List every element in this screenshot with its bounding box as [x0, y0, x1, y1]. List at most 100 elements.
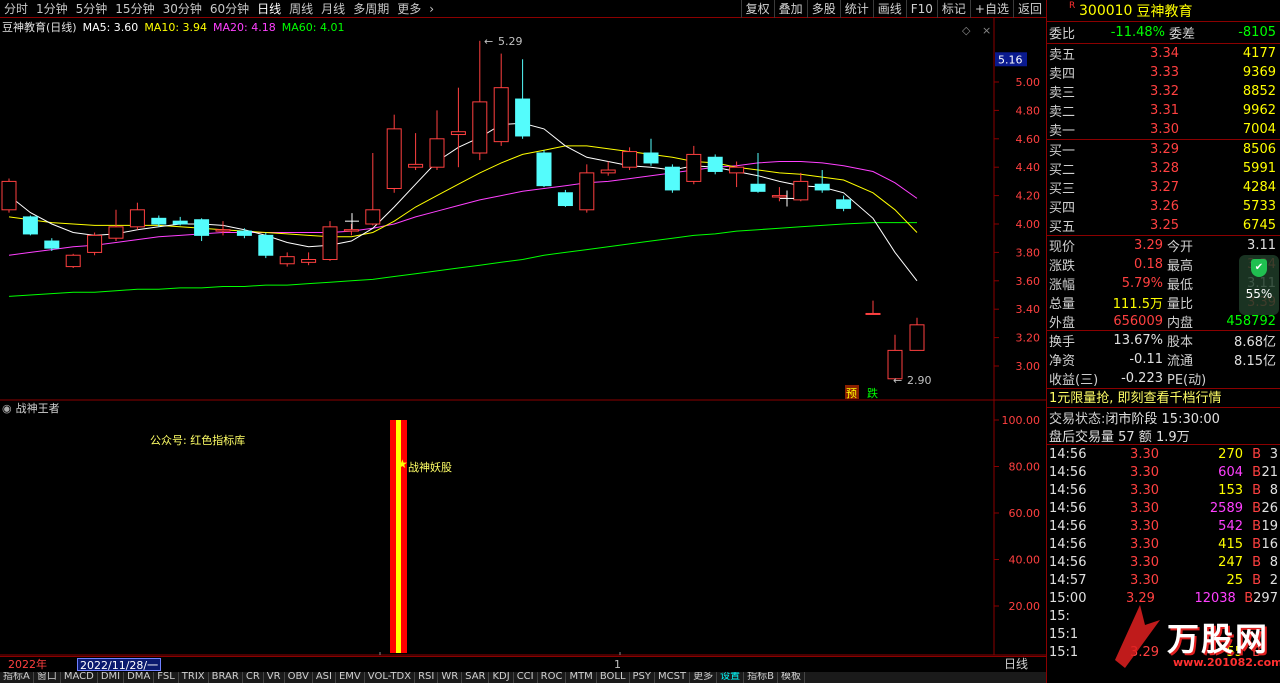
indicator-tab-16[interactable]: SAR [462, 672, 490, 683]
chevron-right-icon[interactable]: › [425, 0, 438, 18]
level-label: 买三 [1049, 182, 1076, 197]
trade-volume: 2589 [1209, 500, 1243, 516]
period-label[interactable]: 日线 [1004, 657, 1028, 672]
stock-name: 豆神教育 [1136, 3, 1193, 20]
period-tab-0[interactable]: 分时 [0, 0, 32, 18]
period-tab-9[interactable]: 多周期 [349, 0, 393, 18]
indicator-tab-15[interactable]: WR [438, 672, 463, 683]
trade-row: 14:56 3.30 153 B 8 [1047, 481, 1280, 499]
quote-row: 收益(三) -0.223 PE(动) [1047, 369, 1280, 388]
quote-value: 458792 [1226, 313, 1276, 329]
candle [22, 215, 38, 236]
trade-count: 8 [1269, 554, 1278, 570]
indicator-tab-6[interactable]: TRIX [179, 672, 209, 683]
period-tab-1[interactable]: 1分钟 [32, 0, 72, 18]
candle-body-up [450, 131, 466, 136]
trade-side: B [1252, 554, 1261, 570]
candle-body-up [301, 259, 317, 263]
indicator-tab-7[interactable]: BRAR [209, 672, 243, 683]
indicator-tab-23[interactable]: MCST [655, 672, 691, 683]
indicator-tab-18[interactable]: CCI [514, 672, 538, 683]
kline-chart[interactable]: ← 5.29 ← 2.90 预跌 5.00 4.80 4.60 4.40 4.20 4.00 3.8… [0, 18, 1046, 683]
candle-body-down [515, 98, 531, 137]
toolbar-button-7[interactable]: +自选 [969, 0, 1013, 18]
period-tab-6[interactable]: 日线 [253, 0, 285, 18]
indicator-tab-19[interactable]: ROC [538, 672, 567, 683]
indicator-tab-3[interactable]: DMI [98, 672, 125, 683]
candle [515, 59, 531, 139]
indicator-tab-4[interactable]: DMA [124, 672, 155, 683]
period-tab-3[interactable]: 15分钟 [111, 0, 158, 18]
toolbar-button-0[interactable]: 复权 [740, 0, 774, 18]
toolbar-button-4[interactable]: 画线 [872, 0, 906, 18]
trade-volume: 153 [1218, 482, 1243, 498]
indicator-tab-20[interactable]: MTM [566, 672, 597, 683]
indicator-tab-22[interactable]: PSY [630, 672, 656, 683]
candle-body-down [194, 219, 210, 236]
candle-body-up [729, 166, 745, 174]
indicator-tab-26[interactable]: 指标B [744, 672, 778, 683]
period-tabs: 分时 1分钟 5分钟 15分钟 30分钟 60分钟 日线 周线 月线 多周期 更多 › [0, 0, 438, 18]
indicator-tab-27[interactable]: 模板 [778, 672, 805, 683]
period-tab-5[interactable]: 60分钟 [206, 0, 253, 18]
toolbar-button-5[interactable]: F10 [905, 0, 937, 18]
indicator-tab-0[interactable]: 指标A [0, 672, 34, 683]
level-label: 买二 [1049, 163, 1076, 178]
trade-volume: 415 [1218, 536, 1243, 552]
quote-key: 今开 [1167, 240, 1194, 255]
quote-value: 656009 [1113, 313, 1163, 329]
candle-body-down [258, 234, 274, 256]
indicator-tab-25[interactable]: 设置 [717, 672, 745, 683]
shield-badge-icon[interactable]: 55% ✔ [1239, 255, 1279, 315]
candle-body-up [472, 101, 488, 154]
trade-price: 3.30 [1130, 482, 1159, 498]
indicator-tab-13[interactable]: VOL-TDX [365, 672, 416, 683]
sell-orders: 卖五 3.34 4177 卖四 3.33 9369 卖三 3.32 8852 卖二 3.31 9962… [1047, 44, 1280, 140]
trade-price: 3.30 [1130, 464, 1159, 480]
buy-level-row: 买一 3.29 8506 [1047, 140, 1280, 159]
candle-body-up [686, 153, 702, 182]
indicator-tab-14[interactable]: RSI [415, 672, 439, 683]
trade-volume: 270 [1218, 446, 1243, 462]
indicator-signal-label: 战神妖股 [408, 461, 452, 474]
diamond-icon: ◇ [962, 24, 971, 37]
indicator-tab-2[interactable]: MACD [61, 672, 98, 683]
level-label: 买四 [1049, 201, 1076, 216]
candle [793, 172, 809, 202]
toolbar-button-2[interactable]: 多股 [806, 0, 840, 18]
indicator-tab-12[interactable]: EMV [336, 672, 365, 683]
level-label: 卖四 [1049, 67, 1076, 82]
indicator-tab-8[interactable]: CR [243, 672, 264, 683]
indicator-tab-10[interactable]: OBV [285, 672, 313, 683]
period-tab-4[interactable]: 30分钟 [159, 0, 206, 18]
trade-status-label: 交易状态: [1049, 411, 1106, 427]
period-tab-7[interactable]: 周线 [285, 0, 317, 18]
candle [450, 87, 466, 168]
period-tab-10[interactable]: 更多 [393, 0, 425, 18]
promo-banner[interactable]: 1元限量抢, 即刻查看千档行情 [1047, 388, 1280, 407]
period-tab-8[interactable]: 月线 [317, 0, 349, 18]
candle-body-up [129, 209, 145, 228]
candle-body-up [793, 180, 809, 201]
indicator-tab-21[interactable]: BOLL [597, 672, 630, 683]
indicator-tab-9[interactable]: VR [264, 672, 285, 683]
indicator-tab-5[interactable]: FSL [154, 672, 179, 683]
signal-bar-inner [396, 420, 401, 653]
quote-value: 5.79% [1121, 276, 1163, 291]
candle-body-up [771, 195, 787, 198]
indicator-tab-24[interactable]: 更多 [690, 672, 718, 683]
candle-body-down [750, 183, 766, 192]
collapse-icon[interactable]: ◉ [2, 401, 12, 417]
indicator-tab-1[interactable]: 窗口 [34, 672, 61, 683]
toolbar-button-8[interactable]: 返回 [1012, 0, 1046, 18]
low-arrow-icon: ← [893, 374, 902, 387]
period-tab-2[interactable]: 5分钟 [72, 0, 112, 18]
watermark-url: www.201082.com [1173, 656, 1280, 669]
toolbar-button-3[interactable]: 统计 [839, 0, 873, 18]
toolbar-button-1[interactable]: 叠加 [773, 0, 807, 18]
indicator-tab-11[interactable]: ASI [313, 672, 336, 683]
indicator-title: 战神王者 [15, 402, 60, 415]
after-hours-row: 盘后交易量 57 额 1.9万 [1047, 426, 1280, 445]
indicator-tab-17[interactable]: KDJ [489, 672, 514, 683]
toolbar-button-6[interactable]: 标记 [936, 0, 970, 18]
